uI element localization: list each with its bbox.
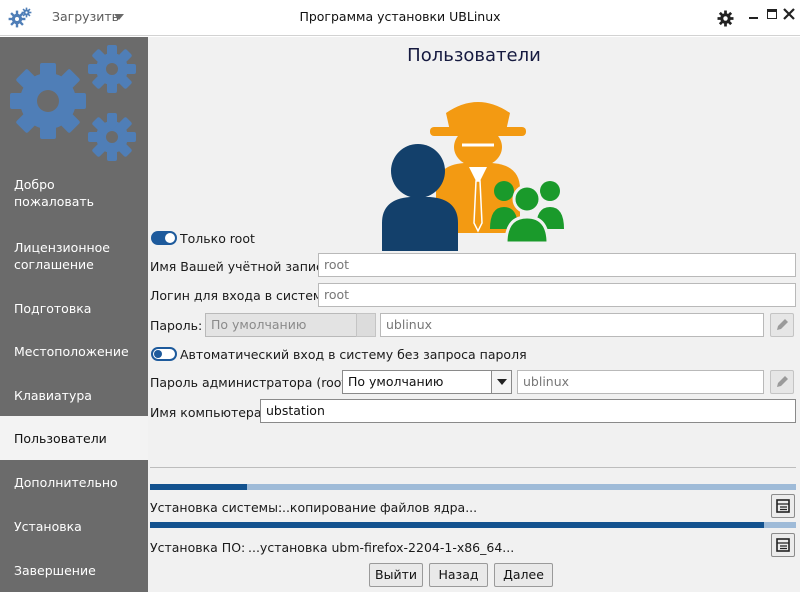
- sidebar-item-label: Завершение: [14, 562, 96, 578]
- autologin-label: Автоматический вход в систему без запрос…: [180, 347, 527, 362]
- system-progress-bar: [150, 484, 796, 490]
- log-icon: [776, 538, 790, 552]
- software-progress-status: ...установка ubm-firefox-2204-1-x86_64..…: [248, 540, 515, 555]
- login-label: Логин для входа в систему:: [150, 288, 334, 303]
- sidebar-item-license[interactable]: Лицензионное соглашение: [0, 234, 148, 278]
- sidebar-item-label: Пользователи: [14, 430, 107, 446]
- pencil-icon: [777, 319, 788, 330]
- window-title: Программа установки UBLinux: [299, 9, 501, 24]
- exit-button[interactable]: Выйти: [369, 563, 423, 587]
- close-icon[interactable]: [782, 7, 796, 21]
- sidebar-item-finish[interactable]: Завершение: [0, 548, 148, 592]
- gears-icon: [10, 45, 136, 161]
- root-only-toggle[interactable]: [151, 231, 177, 245]
- admin-password-mode-select[interactable]: По умолчанию: [342, 370, 512, 394]
- back-button[interactable]: Назад: [429, 563, 488, 587]
- page-title: Пользователи: [407, 45, 541, 66]
- hostname-label: Имя компьютера:: [150, 405, 266, 420]
- password-mode-select[interactable]: По умолчанию: [205, 313, 357, 337]
- system-log-button[interactable]: [771, 494, 795, 518]
- title-bar: Загрузить Программа установки UBLinux: [0, 0, 800, 36]
- admin-password-label: Пароль администратора (root):: [150, 375, 356, 390]
- login-field[interactable]: root: [318, 283, 796, 307]
- admin-password-field[interactable]: ublinux: [517, 370, 764, 394]
- sidebar-item-label: Лицензионное соглашение: [14, 240, 110, 272]
- system-progress-label: Установка системы:: [150, 500, 283, 515]
- minimize-button[interactable]: [749, 17, 758, 19]
- sidebar-item-preparation[interactable]: Подготовка: [0, 286, 148, 330]
- maximize-button[interactable]: [767, 9, 777, 19]
- sidebar-item-label: Местоположение: [14, 343, 129, 359]
- sidebar-item-users[interactable]: Пользователи: [0, 416, 148, 460]
- divider: [150, 467, 796, 468]
- sidebar-item-install[interactable]: Установка: [0, 504, 148, 548]
- software-progress-fill: [150, 522, 764, 528]
- sidebar-item-keyboard[interactable]: Клавиатура: [0, 373, 148, 417]
- pencil-icon: [777, 376, 788, 387]
- sidebar-item-welcome[interactable]: Добро пожаловать: [0, 171, 148, 215]
- password-field[interactable]: ublinux: [380, 313, 764, 337]
- account-name-field[interactable]: root: [318, 253, 796, 277]
- sidebar-item-location[interactable]: Местоположение: [0, 329, 148, 373]
- system-progress-fill: [150, 484, 247, 490]
- main-panel: Пользователи Только root Имя Вашей учётн…: [148, 37, 800, 592]
- autologin-toggle[interactable]: [151, 347, 177, 361]
- sidebar-item-label: Дополнительно: [14, 474, 118, 490]
- hostname-field[interactable]: ubstation: [260, 399, 796, 423]
- system-progress-status: ...копирование файлов ядра...: [278, 500, 478, 515]
- sidebar-item-label: Подготовка: [14, 300, 92, 316]
- password-label: Пароль:: [150, 318, 203, 333]
- edit-password-button[interactable]: [770, 313, 794, 337]
- log-icon: [776, 499, 790, 513]
- edit-admin-password-button[interactable]: [770, 370, 794, 394]
- sidebar-item-label: Добро пожаловать: [14, 177, 95, 209]
- software-log-button[interactable]: [771, 533, 795, 557]
- password-mode-dropdown-button[interactable]: [356, 313, 376, 337]
- chevron-down-icon[interactable]: [491, 371, 511, 393]
- sidebar: Добро пожаловать Лицензионное соглашение…: [0, 37, 148, 592]
- users-illustration-icon: [382, 102, 564, 251]
- root-only-label: Только root: [180, 231, 255, 246]
- next-button[interactable]: Далее: [494, 563, 553, 587]
- sidebar-item-additional[interactable]: Дополнительно: [0, 460, 148, 504]
- gear-icon[interactable]: [717, 10, 734, 27]
- sidebar-item-label: Клавиатура: [14, 387, 92, 403]
- admin-password-mode-value: По умолчанию: [348, 374, 444, 389]
- software-progress-label: Установка ПО:: [150, 540, 246, 555]
- software-progress-bar: [150, 522, 796, 528]
- sidebar-item-label: Установка: [14, 518, 82, 534]
- account-name-label: Имя Вашей учётной записи:: [150, 259, 336, 274]
